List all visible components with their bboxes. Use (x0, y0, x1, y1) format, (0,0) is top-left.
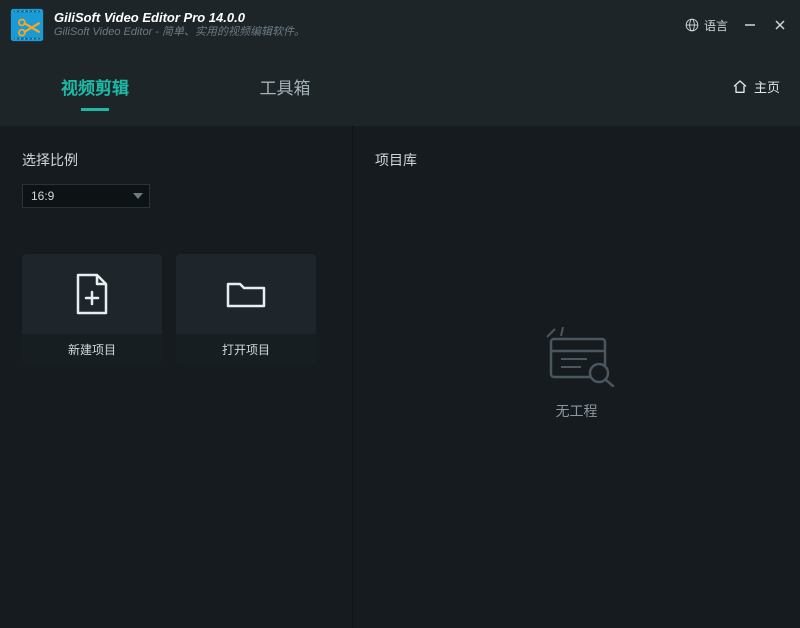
tabbar: 视频剪辑 工具箱 主页 (0, 46, 800, 111)
close-button[interactable] (772, 17, 788, 33)
home-button[interactable]: 主页 (732, 77, 800, 96)
new-project-label: 新建项目 (22, 334, 162, 364)
app-title: GiliSoft Video Editor Pro 14.0.0 (54, 10, 305, 26)
project-library-label: 项目库 (375, 150, 778, 170)
new-file-icon (73, 272, 111, 316)
minimize-button[interactable] (742, 17, 758, 33)
app-logo-icon (10, 8, 44, 42)
select-ratio-label: 选择比例 (22, 150, 330, 170)
tab-video-edit[interactable]: 视频剪辑 (0, 74, 190, 99)
globe-icon (685, 18, 699, 32)
tab-toolbox[interactable]: 工具箱 (190, 74, 380, 99)
language-button[interactable]: 语言 (685, 17, 728, 34)
folder-icon (224, 276, 268, 312)
home-icon (732, 79, 748, 95)
no-project-icon (537, 327, 617, 387)
close-icon (774, 19, 786, 31)
aspect-ratio-select[interactable]: 16:9 (22, 184, 150, 208)
app-subtitle: GiliSoft Video Editor - 简单、实用的视频编辑软件。 (54, 26, 305, 40)
language-label: 语言 (704, 17, 728, 34)
aspect-ratio-value: 16:9 (31, 189, 54, 203)
chevron-down-icon (133, 193, 143, 199)
empty-state-label: 无工程 (556, 401, 598, 421)
left-pane: 选择比例 16:9 新建项目 (0, 126, 353, 628)
home-label: 主页 (754, 77, 780, 96)
right-pane: 项目库 无工程 (353, 126, 800, 628)
new-project-card[interactable]: 新建项目 (22, 254, 162, 364)
empty-state: 无工程 (375, 184, 778, 604)
open-project-card[interactable]: 打开项目 (176, 254, 316, 364)
minimize-icon (744, 19, 756, 31)
open-project-label: 打开项目 (176, 334, 316, 364)
content-area: 选择比例 16:9 新建项目 (0, 126, 800, 628)
titlebar: GiliSoft Video Editor Pro 14.0.0 GiliSof… (0, 0, 800, 46)
